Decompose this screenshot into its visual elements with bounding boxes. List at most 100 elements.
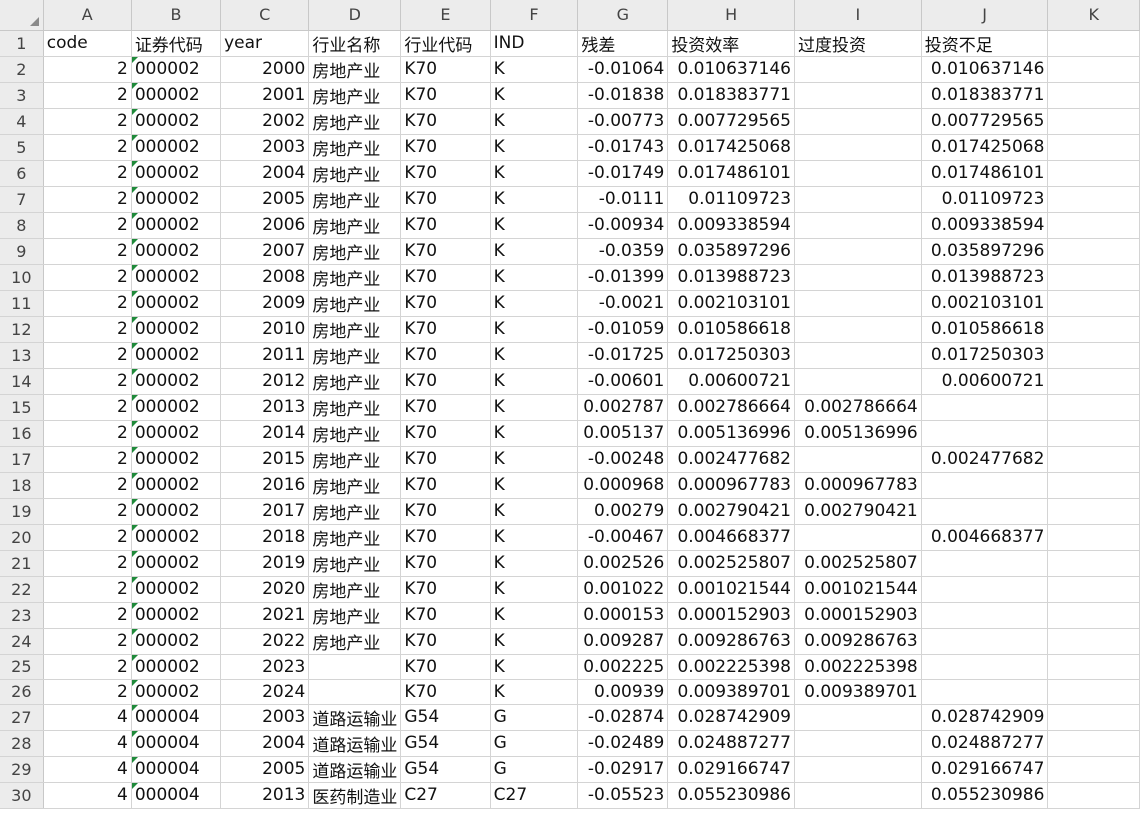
cell-f12[interactable]: K (490, 316, 579, 343)
cell-d24[interactable]: 房地产业 (308, 628, 402, 655)
cell-g11[interactable]: -0.0021 (577, 290, 669, 317)
column-header[interactable]: K (1047, 0, 1140, 31)
cell-c11[interactable]: 2009 (220, 290, 310, 317)
row-header[interactable]: 13 (0, 342, 44, 369)
cell-j14[interactable]: 0.00600721 (921, 368, 1049, 395)
cell-f30[interactable]: C27 (490, 782, 579, 809)
cell-i21[interactable]: 0.002525807 (794, 550, 922, 577)
row-header[interactable]: 14 (0, 368, 44, 395)
cell-d17[interactable]: 房地产业 (308, 446, 402, 473)
cell-a20[interactable]: 2 (43, 524, 132, 551)
row-header[interactable]: 19 (0, 498, 44, 525)
cell-a9[interactable]: 2 (43, 238, 132, 265)
row-header[interactable]: 28 (0, 730, 44, 757)
row-header[interactable]: 12 (0, 316, 44, 343)
cell-b17[interactable]: 000002 (131, 446, 222, 473)
cell-d30[interactable]: 医药制造业 (308, 782, 402, 809)
cell-i5[interactable] (794, 134, 922, 161)
cell-f26[interactable]: K (490, 679, 579, 705)
select-all-button[interactable] (0, 0, 44, 31)
cell-d14[interactable]: 房地产业 (308, 368, 402, 395)
cell-b1[interactable]: 证券代码 (131, 30, 222, 57)
cell-a11[interactable]: 2 (43, 290, 132, 317)
cell-c24[interactable]: 2022 (220, 628, 310, 655)
cell-g3[interactable]: -0.01838 (577, 82, 669, 109)
cell-d2[interactable]: 房地产业 (308, 56, 402, 83)
column-header[interactable]: A (43, 0, 132, 31)
cell-e19[interactable]: K70 (400, 498, 491, 525)
cell-b20[interactable]: 000002 (131, 524, 222, 551)
cell-b22[interactable]: 000002 (131, 576, 222, 603)
cell-k26[interactable] (1047, 679, 1140, 705)
row-header[interactable]: 8 (0, 212, 44, 239)
cell-d3[interactable]: 房地产业 (308, 82, 402, 109)
cell-h29[interactable]: 0.029166747 (667, 756, 796, 783)
cell-b5[interactable]: 000002 (131, 134, 222, 161)
cell-e18[interactable]: K70 (400, 472, 491, 499)
cell-h21[interactable]: 0.002525807 (667, 550, 796, 577)
row-header[interactable]: 16 (0, 420, 44, 447)
cell-h25[interactable]: 0.002225398 (667, 654, 796, 680)
cell-k7[interactable] (1047, 186, 1140, 213)
cell-i6[interactable] (794, 160, 922, 187)
cell-d6[interactable]: 房地产业 (308, 160, 402, 187)
cell-f25[interactable]: K (490, 654, 579, 680)
cell-k17[interactable] (1047, 446, 1140, 473)
cell-a24[interactable]: 2 (43, 628, 132, 655)
cell-g26[interactable]: 0.00939 (577, 679, 669, 705)
cell-k21[interactable] (1047, 550, 1140, 577)
cell-b30[interactable]: 000004 (131, 782, 222, 809)
row-header[interactable]: 6 (0, 160, 44, 187)
cell-d25[interactable] (308, 654, 402, 680)
cell-b27[interactable]: 000004 (131, 704, 222, 731)
cell-f8[interactable]: K (490, 212, 579, 239)
cell-e23[interactable]: K70 (400, 602, 491, 629)
cell-k22[interactable] (1047, 576, 1140, 603)
cell-g24[interactable]: 0.009287 (577, 628, 669, 655)
cell-g10[interactable]: -0.01399 (577, 264, 669, 291)
cell-k6[interactable] (1047, 160, 1140, 187)
cell-e20[interactable]: K70 (400, 524, 491, 551)
cell-k5[interactable] (1047, 134, 1140, 161)
cell-j29[interactable]: 0.029166747 (921, 756, 1049, 783)
cell-a10[interactable]: 2 (43, 264, 132, 291)
cell-g8[interactable]: -0.00934 (577, 212, 669, 239)
cell-g30[interactable]: -0.05523 (577, 782, 669, 809)
cell-a25[interactable]: 2 (43, 654, 132, 680)
cell-a3[interactable]: 2 (43, 82, 132, 109)
cell-d13[interactable]: 房地产业 (308, 342, 402, 369)
cell-j26[interactable] (921, 679, 1049, 705)
cell-e1[interactable]: 行业代码 (400, 30, 491, 57)
cell-c12[interactable]: 2010 (220, 316, 310, 343)
cell-f13[interactable]: K (490, 342, 579, 369)
cell-d4[interactable]: 房地产业 (308, 108, 402, 135)
cell-g1[interactable]: 残差 (577, 30, 669, 57)
cell-f22[interactable]: K (490, 576, 579, 603)
cell-f16[interactable]: K (490, 420, 579, 447)
row-header[interactable]: 17 (0, 446, 44, 473)
cell-a1[interactable]: code (43, 30, 132, 57)
cell-f11[interactable]: K (490, 290, 579, 317)
cell-h14[interactable]: 0.00600721 (667, 368, 796, 395)
cell-a2[interactable]: 2 (43, 56, 132, 83)
cell-h26[interactable]: 0.009389701 (667, 679, 796, 705)
row-header[interactable]: 26 (0, 679, 44, 705)
cell-j8[interactable]: 0.009338594 (921, 212, 1049, 239)
cell-a4[interactable]: 2 (43, 108, 132, 135)
cell-j15[interactable] (921, 394, 1049, 421)
cell-d15[interactable]: 房地产业 (308, 394, 402, 421)
cell-c28[interactable]: 2004 (220, 730, 310, 757)
cell-g23[interactable]: 0.000153 (577, 602, 669, 629)
column-header[interactable]: J (921, 0, 1049, 31)
row-header[interactable]: 20 (0, 524, 44, 551)
cell-j11[interactable]: 0.002103101 (921, 290, 1049, 317)
cell-k19[interactable] (1047, 498, 1140, 525)
cell-c26[interactable]: 2024 (220, 679, 310, 705)
cell-f29[interactable]: G (490, 756, 579, 783)
cell-c14[interactable]: 2012 (220, 368, 310, 395)
cell-e30[interactable]: C27 (400, 782, 491, 809)
cell-e10[interactable]: K70 (400, 264, 491, 291)
cell-h20[interactable]: 0.004668377 (667, 524, 796, 551)
column-header[interactable]: D (308, 0, 402, 31)
cell-g2[interactable]: -0.01064 (577, 56, 669, 83)
